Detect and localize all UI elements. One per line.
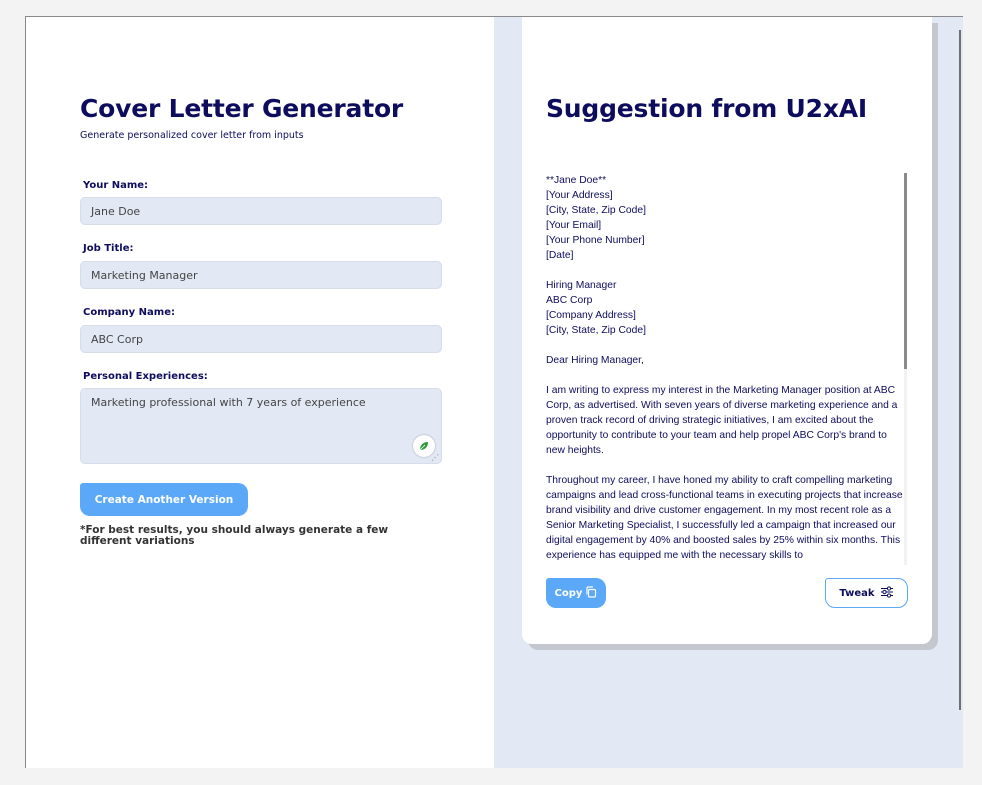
- cover-letter-text: **Jane Doe** [Your Address] [City, State…: [546, 173, 906, 565]
- letter-paragraph: Hiring Manager ABC Corp [Company Address…: [546, 280, 646, 336]
- experiences-value: Marketing professional with 7 years of e…: [91, 396, 366, 409]
- copy-icon: [585, 585, 597, 601]
- resize-handle-icon[interactable]: ⋰: [431, 453, 440, 462]
- job-title-input[interactable]: Marketing Manager: [80, 261, 442, 289]
- letter-paragraph: Dear Hiring Manager,: [546, 355, 644, 366]
- sliders-icon: [880, 585, 894, 601]
- best-results-note: *For best results, you should always gen…: [80, 524, 389, 547]
- tweak-button[interactable]: Tweak: [825, 578, 908, 608]
- letter-paragraph: I am writing to express my interest in t…: [546, 385, 901, 456]
- name-input[interactable]: Jane Doe: [80, 197, 442, 225]
- letter-paragraph: **Jane Doe** [Your Address] [City, State…: [546, 175, 646, 261]
- app-window: Cover Letter Generator Generate personal…: [25, 16, 963, 768]
- experiences-label: Personal Experiences:: [83, 371, 208, 382]
- page-subtitle: Generate personalized cover letter from …: [80, 130, 304, 141]
- letter-scrollbar-thumb[interactable]: [904, 173, 907, 369]
- page-title: Cover Letter Generator: [80, 94, 404, 123]
- suggestion-title: Suggestion from U2xAI: [546, 94, 868, 123]
- copy-button[interactable]: Copy: [546, 578, 606, 608]
- copy-label: Copy: [554, 587, 583, 599]
- window-scrollbar[interactable]: [959, 30, 961, 710]
- company-name-input[interactable]: ABC Corp: [80, 325, 442, 353]
- name-label: Your Name:: [83, 180, 149, 191]
- job-title-label: Job Title:: [83, 243, 134, 254]
- company-name-label: Company Name:: [83, 307, 175, 318]
- letter-paragraph: Throughout my career, I have honed my ab…: [546, 475, 903, 561]
- suggestion-card: Suggestion from U2xAI **Jane Doe** [Your…: [522, 17, 932, 644]
- experiences-textarea[interactable]: Marketing professional with 7 years of e…: [80, 388, 442, 464]
- create-another-version-button[interactable]: Create Another Version: [80, 483, 248, 516]
- tweak-label: Tweak: [839, 587, 875, 599]
